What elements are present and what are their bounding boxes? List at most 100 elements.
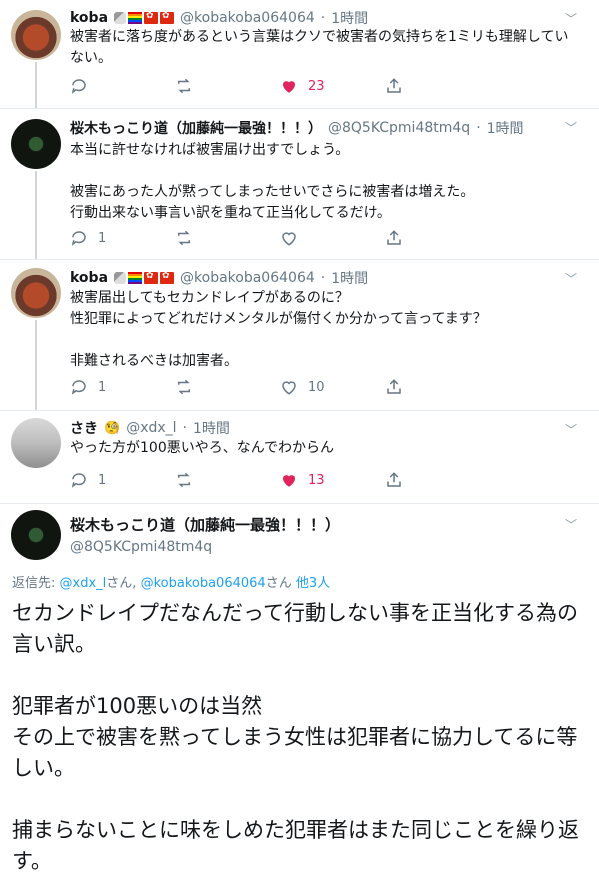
chevron-down-icon[interactable]: ﹀ [565, 119, 577, 136]
tweet-text-line: やった方が100悪いやろ、なんでわからん [70, 440, 335, 456]
user-handle[interactable]: @8Q5KCpmi48tm4q [70, 536, 340, 558]
timestamp[interactable]: 1時間 [487, 118, 524, 138]
like-button[interactable]: 10 [280, 378, 385, 396]
tweet[interactable]: 桜木もっこり道（加藤純一最強！！！） @8Q5KCpmi48tm4q · 1時間… [0, 109, 599, 259]
display-name[interactable]: koba [70, 10, 108, 26]
reply-button[interactable] [70, 77, 175, 95]
tweet-text-line: 本当に許せなければ被害届け出すでしょう。 [70, 142, 350, 158]
tweet-text: 被害者に落ち度があるという言葉はクソで被害者の気持ちを1ミリも理解していない。 [70, 27, 571, 69]
chevron-down-icon[interactable]: ﹀ [565, 421, 577, 438]
tweet-text-line: 性犯罪によってどれだけメンタルが傷付くか分かって言ってます？ [70, 311, 487, 327]
retweet-button[interactable] [175, 378, 280, 396]
share-button[interactable] [385, 471, 490, 489]
retweet-button[interactable] [175, 471, 280, 489]
microphone-icon [114, 12, 127, 24]
like-icon [282, 232, 296, 246]
mention-link[interactable]: @kobakoba064064 [141, 576, 266, 591]
like-count: 23 [308, 78, 325, 94]
avatar[interactable] [11, 418, 61, 468]
main-tweet-header: 桜木もっこり道（加藤純一最強！！！） @8Q5KCpmi48tm4q [70, 514, 340, 558]
hong-kong-flag-icon [144, 271, 159, 284]
display-name[interactable]: 桜木もっこり道（加藤純一最強！！！） [70, 514, 340, 536]
user-handle[interactable]: @kobakoba064064 [180, 10, 315, 26]
hong-kong-flag-icon [160, 271, 175, 284]
tweet-text-blank [12, 784, 587, 815]
hong-kong-flag-icon [160, 11, 175, 24]
share-button[interactable] [385, 229, 490, 247]
tweet-text-blank [70, 330, 571, 351]
tweet-actions: 23 [70, 77, 490, 95]
dot-separator: · [182, 420, 187, 436]
dot-separator: · [476, 120, 481, 136]
tweet-text: 被害届出してもセカンドレイプがあるのに？ 性犯罪によってどれだけメンタルが傷付く… [70, 288, 571, 372]
like-icon [282, 381, 296, 395]
share-button[interactable] [385, 77, 490, 95]
tweet-text-line: 被害届出してもセカンドレイプがあるのに？ [70, 290, 349, 306]
tweet-text-line: 捕まらないことに味をしめた犯罪者はまた同じことを繰り返す。 [12, 818, 579, 873]
thinking-face-icon: 🧐 [104, 420, 121, 436]
chevron-down-icon[interactable]: ﹀ [565, 516, 577, 533]
tweet-header: koba @kobakoba064064 · 1時間 [70, 8, 368, 28]
reply-button[interactable]: 1 [70, 378, 175, 396]
tweet-text-line: 被害にあった人が黙ってしまったせいでさらに被害者は増えた。 [70, 184, 475, 200]
tweet-header: koba @kobakoba064064 · 1時間 [70, 268, 368, 288]
reply-button[interactable]: 1 [70, 471, 175, 489]
tweet-actions: 1 10 [70, 378, 490, 396]
user-handle[interactable]: @kobakoba064064 [180, 270, 315, 286]
reply-to-separator: さん, [106, 576, 137, 591]
reply-button[interactable]: 1 [70, 229, 175, 247]
avatar[interactable] [11, 119, 61, 169]
others-link[interactable]: 他3人 [296, 576, 330, 591]
name-badges [114, 271, 175, 284]
retweet-button[interactable] [175, 229, 280, 247]
user-handle[interactable]: @8Q5KCpmi48tm4q [328, 120, 470, 136]
tweet-text: 本当に許せなければ被害届け出すでしょう。 被害にあった人が黙ってしまったせいでさ… [70, 140, 571, 224]
share-button[interactable] [385, 378, 490, 396]
chevron-down-icon[interactable]: ﹀ [565, 270, 577, 287]
avatar[interactable] [11, 510, 61, 560]
like-button[interactable]: 23 [280, 77, 385, 95]
like-button[interactable]: 13 [280, 471, 385, 489]
tweet[interactable]: さき 🧐 @xdx_l · 1時間 ﹀ やった方が100悪いやろ、なんでわからん… [0, 411, 599, 503]
divider [0, 503, 599, 504]
tweet-actions: 1 13 [70, 471, 490, 489]
avatar[interactable] [11, 268, 61, 318]
tweet-header: 桜木もっこり道（加藤純一最強！！！） @8Q5KCpmi48tm4q · 1時間 [70, 118, 524, 138]
timestamp[interactable]: 1時間 [193, 418, 230, 438]
timestamp[interactable]: 1時間 [331, 268, 368, 288]
hong-kong-flag-icon [144, 11, 159, 24]
reply-to: 返信先: @xdx_lさん, @kobakoba064064さん 他3人 [12, 572, 330, 591]
thread-line [35, 171, 37, 259]
tweet-text-line: 犯罪者が100悪いのは当然 [12, 694, 263, 718]
microphone-icon [114, 272, 127, 284]
like-button[interactable] [280, 229, 385, 247]
share-icon [387, 230, 401, 245]
retweet-button[interactable] [175, 77, 280, 95]
like-icon [283, 81, 295, 93]
tweet[interactable]: koba @kobakoba064064 · 1時間 ﹀ 被害者に落ち度があると… [0, 0, 599, 108]
reply-count: 1 [98, 379, 107, 395]
display-name[interactable]: さき [70, 418, 98, 438]
dot-separator: · [320, 270, 326, 286]
mention-link[interactable]: @xdx_l [60, 576, 107, 591]
retweet-icon [178, 379, 190, 395]
reply-to-label: 返信先: [12, 576, 56, 591]
share-icon [387, 472, 401, 487]
chevron-down-icon[interactable]: ﹀ [565, 10, 577, 27]
like-count: 10 [308, 379, 325, 395]
avatar[interactable] [11, 10, 61, 60]
display-name[interactable]: koba [70, 270, 108, 286]
reply-count: 1 [98, 472, 107, 488]
user-handle[interactable]: @xdx_l [126, 420, 176, 436]
tweet[interactable]: koba @kobakoba064064 · 1時間 ﹀ 被害届出してもセカンド… [0, 260, 599, 410]
reply-count: 1 [98, 230, 107, 246]
reply-to-separator: さん [265, 576, 292, 591]
tweet-text-blank [70, 161, 571, 182]
tweet-text-line: 非難されるべきは加害者。 [70, 353, 238, 369]
tweet-text-blank [12, 660, 587, 691]
tweet-text: やった方が100悪いやろ、なんでわからん [70, 438, 571, 459]
timestamp[interactable]: 1時間 [331, 8, 368, 28]
thread-line [35, 62, 37, 108]
display-name[interactable]: 桜木もっこり道（加藤純一最強！！！） [70, 118, 322, 138]
rainbow-flag-icon [128, 272, 143, 284]
